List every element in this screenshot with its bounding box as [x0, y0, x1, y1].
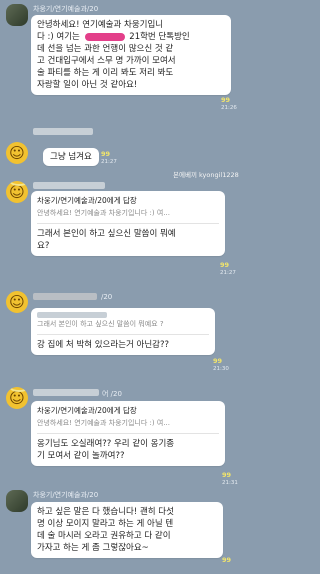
- smiley-icon: ☺: [9, 182, 25, 201]
- message-line: 그래서 본인이 하고 싶으신 말씀이 뭐예: [37, 229, 176, 239]
- message-line: 고 건대입구에서 스무 명 가까이 모여서: [37, 56, 176, 66]
- reply-divider: [37, 223, 219, 224]
- message-line-end: 21학번 단톡방인: [129, 32, 190, 42]
- message-line: 요?: [37, 241, 50, 251]
- sender-avatar[interactable]: ☺: [6, 181, 28, 203]
- reply-bubble[interactable]: 그래서 본인이 하고 싶으신 말씀이 뭐예요 ? 강 집에 처 박혀 있으라는거…: [31, 308, 215, 355]
- smiley-icon: ☺: [9, 143, 25, 162]
- reply-quote: 그래서 본인이 하고 싶으신 말씀이 뭐예요 ?: [37, 320, 164, 328]
- reply-header: 차웅기/연기예술과/20에게 답장: [37, 406, 137, 415]
- sender-name-suffix: 어 /20: [102, 390, 122, 398]
- reply-divider: [37, 334, 209, 335]
- unread-count: 99: [213, 357, 223, 365]
- sender-avatar[interactable]: [6, 490, 28, 512]
- message-bubble[interactable]: 그냥 넘겨요: [43, 148, 99, 166]
- reply-header: 차웅기/연기예술과/20에게 답장: [37, 196, 137, 205]
- message-bubble[interactable]: 안녕하세요! 연기예술과 차웅기입니 다 :) 여기는 21학번 단톡방인 데 …: [31, 15, 231, 95]
- timestamp: 21:27: [101, 159, 117, 165]
- message-line: 명 이상 모이지 말라고 하는 게 아닐 텐: [37, 519, 174, 529]
- message-line: 그냥 넘겨요: [50, 152, 92, 162]
- message-line: 술 파티를 하는 게 이리 봐도 저리 봐도: [37, 68, 174, 78]
- redacted-sender-name: [33, 389, 99, 396]
- message-meta: 99 21:30: [213, 357, 229, 373]
- message-line-start: 다 :) 여기는: [37, 32, 80, 42]
- message-line: 데 선을 넘는 과한 언행이 많으신 것 같: [37, 44, 174, 54]
- unread-count: 99: [222, 556, 232, 564]
- message-line: 안녕하세요! 연기예술과 차웅기입니: [37, 20, 164, 30]
- sender-name: 차웅기/연기예술과/20: [33, 491, 99, 499]
- unread-count: 99: [222, 471, 232, 479]
- sender-avatar[interactable]: ☺: [6, 291, 28, 313]
- smiley-icon: ☺: [9, 388, 25, 407]
- message-line: 하고 싶은 말은 다 했습니다! 괜히 다섯: [37, 507, 174, 517]
- watermark: 본에베끼 kyongil1228: [173, 171, 239, 179]
- reply-bubble[interactable]: 차웅기/연기예술과/20에게 답장 안녕하세요! 연기예술과 차웅기입니다 :)…: [31, 191, 225, 256]
- sender-avatar[interactable]: [6, 4, 28, 26]
- unread-count: 99: [101, 150, 111, 158]
- message-meta: 99 21:26: [221, 96, 237, 112]
- timestamp: 21:30: [213, 366, 229, 372]
- sender-name-suffix: /20: [101, 293, 113, 301]
- timestamp: 21:27: [220, 270, 236, 276]
- redacted-sender-name: [33, 182, 105, 189]
- smiley-icon: ☺: [9, 292, 25, 311]
- reply-quote: 안녕하세요! 연기예술과 차웅기입니다 :) 여...: [37, 419, 170, 427]
- message-line: 옹기님도 오실래여?? 우리 같이 옹기종: [37, 439, 175, 449]
- message-line: 기 모여서 같이 놀까여??: [37, 451, 125, 461]
- unread-count: 99: [220, 261, 230, 269]
- timestamp: 21:26: [221, 105, 237, 111]
- message-meta: 99 21:31: [222, 471, 238, 487]
- sender-name: 차웅기/연기예술과/20: [33, 5, 99, 13]
- message-line: 가자고 하는 게 좀 그렇잖아요~: [37, 543, 149, 553]
- sender-avatar[interactable]: ☺: [6, 387, 28, 409]
- sender-avatar[interactable]: ☺: [6, 142, 28, 164]
- censor-scribble: [84, 32, 125, 41]
- redacted-sender-name: [33, 293, 97, 300]
- message-meta: 99 21:27: [220, 261, 236, 277]
- message-line: 자랑할 일이 아닌 것 같아요!: [37, 80, 138, 90]
- message-meta: 99: [222, 556, 231, 564]
- message-line: 강 집에 처 박혀 있으라는거 아닌감??: [37, 340, 170, 350]
- redacted-sender-name: [33, 128, 93, 135]
- message-bubble[interactable]: 하고 싶은 말은 다 했습니다! 괜히 다섯 명 이상 모이지 말라고 하는 게…: [31, 502, 223, 558]
- reply-bubble[interactable]: 차웅기/연기예술과/20에게 답장 안녕하세요! 연기예술과 차웅기입니다 :)…: [31, 401, 225, 466]
- unread-count: 99: [221, 96, 231, 104]
- message-line: 데 술 마시러 오라고 권유하고 다 같이: [37, 531, 171, 541]
- message-meta: 99 21:27: [101, 150, 117, 166]
- message-line: 다 :) 여기는 21학번 단톡방인: [37, 31, 225, 43]
- reply-quote: 안녕하세요! 연기예술과 차웅기입니다 :) 여...: [37, 209, 170, 217]
- reply-divider: [37, 433, 219, 434]
- timestamp: 21:31: [222, 480, 238, 486]
